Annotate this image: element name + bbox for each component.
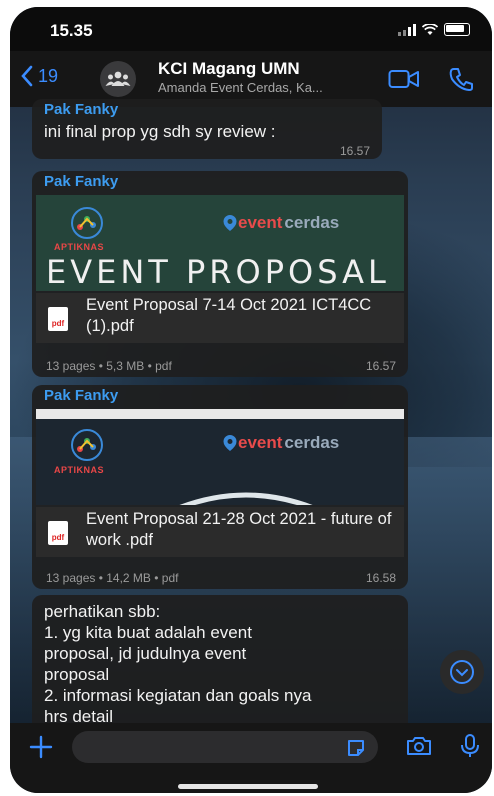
file-name: Event Proposal 7-14 Oct 2021 ICT4CC (1).… [86,296,372,335]
pdf-file-row[interactable]: pdf Event Proposal 21-28 Oct 2021 - futu… [36,507,404,557]
unread-count: 19 [38,65,59,86]
wifi-icon [422,23,438,35]
back-button[interactable]: 19 [20,65,58,87]
video-camera-icon[interactable] [388,68,420,90]
scroll-to-bottom-button[interactable] [440,650,484,694]
document-preview[interactable]: APTIKNAS event cerdas [36,409,404,505]
eventcerdas-event: event [238,433,283,452]
eventcerdas-logo: event cerdas [222,213,339,233]
proposal-heading: EVENT PROPOSAL [46,253,390,291]
file-name: Event Proposal 21-28 Oct 2021 - future o… [86,510,392,549]
message-line: proposal [44,665,110,684]
status-icons [398,23,470,36]
aptiknas-logo-icon [71,429,103,461]
sender-name: Pak Fanky [44,173,119,190]
message-time: 16.57 [365,359,396,373]
phone-screen: 15.35 19 KCI Magang UMN Amanda Event Cer… [10,7,492,793]
message-input-bar [10,723,492,793]
file-meta: 13 pages • 14,2 MB • pdf [46,571,179,585]
group-icon [105,71,131,86]
phone-icon[interactable] [448,66,474,92]
pdf-file-row[interactable]: pdf Event Proposal 7-14 Oct 2021 ICT4CC … [36,293,404,343]
message-input[interactable] [72,731,378,763]
eventcerdas-cerdas: cerdas [284,433,340,452]
message-line: proposal, jd judulnya event [44,644,247,663]
pdf-icon: pdf [48,521,68,545]
pdf-icon: pdf [48,307,68,331]
status-bar: 15.35 [10,7,492,51]
status-time: 15.35 [50,21,93,40]
aptiknas-text: APTIKNAS [54,242,105,252]
camera-icon[interactable] [406,735,432,757]
message-text: ini final prop yg sdh sy review : [44,122,276,141]
microphone-icon[interactable] [460,733,480,759]
arc-graphic [179,492,313,505]
chat-title[interactable]: KCI Magang UMN [158,59,300,79]
message-line: perhatikan sbb: [44,602,161,621]
eventcerdas-event: event [238,213,283,232]
chevron-down-icon [450,660,474,684]
sender-name: Pak Fanky [44,387,119,404]
message-bubble[interactable]: perhatikan sbb: 1. yg kita buat adalah e… [32,595,408,735]
eventcerdas-logo: event cerdas [222,433,339,453]
document-message[interactable]: Pak Fanky APTIKNAS event cerdas EVENT PRO… [32,171,408,377]
eventcerdas-cerdas: cerdas [284,213,340,232]
message-bubble[interactable]: Pak Fanky ini final prop yg sdh sy revie… [32,99,382,159]
sender-name: Pak Fanky [44,101,119,118]
message-text: perhatikan sbb: 1. yg kita buat adalah e… [44,601,311,727]
document-preview[interactable]: APTIKNAS event cerdas EVENT PROPOSAL [36,195,404,291]
chevron-left-icon [21,65,33,87]
message-line: 1. yg kita buat adalah event [44,623,252,642]
chat-participants[interactable]: Amanda Event Cerdas, Ka... [158,80,368,95]
file-meta: 13 pages • 5,3 MB • pdf [46,359,172,373]
aptiknas-text: APTIKNAS [54,465,105,475]
aptiknas-logo-icon [71,207,103,239]
location-pin-icon [223,435,237,451]
message-line: 2. informasi kegiatan dan goals nya [44,686,312,705]
sticker-icon[interactable] [346,738,366,758]
message-time: 16.57 [339,144,370,158]
plus-icon[interactable] [28,734,54,760]
message-time: 16.58 [365,571,396,585]
home-indicator [178,784,318,789]
document-message[interactable]: Pak Fanky APTIKNAS event cerdas pdf Event… [32,385,408,589]
location-pin-icon [223,215,237,231]
group-avatar[interactable] [100,61,136,97]
signal-icon [398,23,416,36]
battery-icon [444,23,470,36]
